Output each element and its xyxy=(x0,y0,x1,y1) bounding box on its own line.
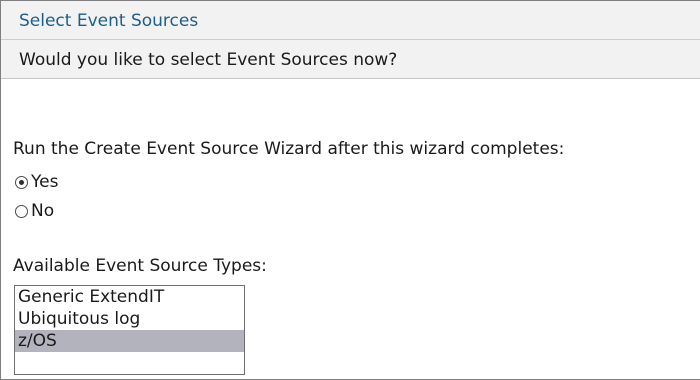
radio-no-label[interactable]: No xyxy=(31,201,54,221)
subtitle-bar: Would you like to select Event Sources n… xyxy=(1,40,700,79)
event-source-types-label: Available Event Source Types: xyxy=(13,256,267,276)
run-wizard-label: Run the Create Event Source Wizard after… xyxy=(13,139,565,159)
radio-no[interactable]: No xyxy=(15,200,54,222)
radio-yes[interactable]: Yes xyxy=(15,171,58,193)
page-subtitle: Would you like to select Event Sources n… xyxy=(19,50,398,70)
title-bar: Select Event Sources xyxy=(1,1,700,40)
page-title: Select Event Sources xyxy=(19,11,199,31)
radio-yes-label[interactable]: Yes xyxy=(31,172,58,192)
radio-no-circle[interactable] xyxy=(15,204,28,218)
list-item-ubiquitous-log[interactable]: Ubiquitous log xyxy=(15,308,244,330)
radio-yes-circle[interactable] xyxy=(15,175,28,189)
list-item-generic-extendit[interactable]: Generic ExtendIT xyxy=(15,286,244,308)
list-item-zos[interactable]: z/OS xyxy=(15,330,244,352)
event-source-types-listbox[interactable]: Generic ExtendIT Ubiquitous log z/OS xyxy=(14,285,245,375)
